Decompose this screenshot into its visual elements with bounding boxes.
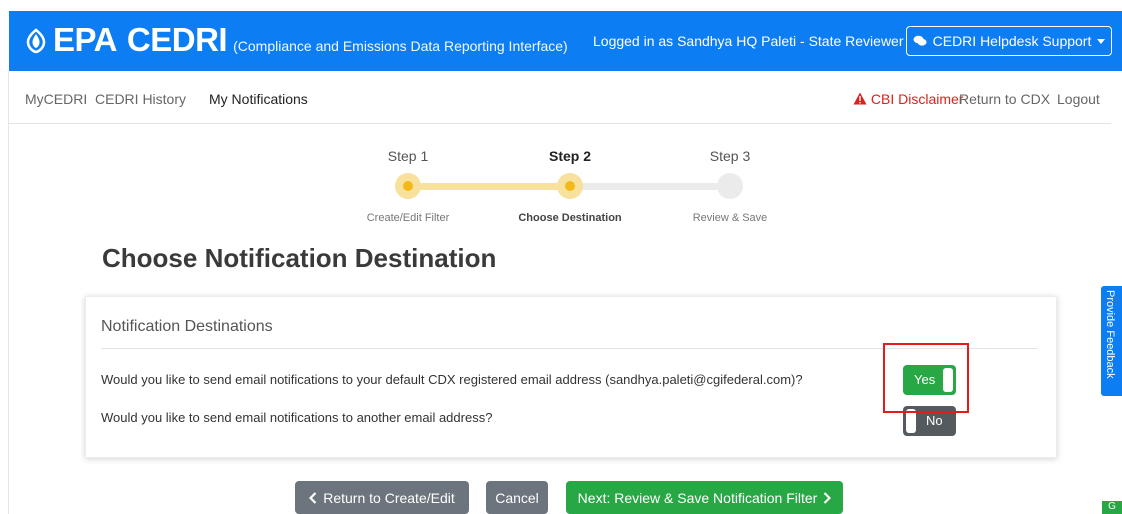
cbi-disclaimer-link[interactable]: CBI Disclaimer bbox=[853, 91, 963, 107]
return-to-cdx-link[interactable]: Return to CDX bbox=[959, 91, 1050, 107]
next-button-label: Next: Review & Save Notification Filter bbox=[577, 489, 818, 506]
stepper-track-remaining bbox=[570, 183, 730, 190]
nav-my-notifications[interactable]: My Notifications bbox=[209, 91, 308, 107]
left-border bbox=[8, 71, 9, 514]
top-nav: MyCEDRI CEDRI History My Notifications C… bbox=[9, 71, 1111, 124]
cancel-button[interactable]: Cancel bbox=[486, 481, 548, 514]
progress-stepper: Step 1 Step 2 Step 3 Create/Edit Filter … bbox=[0, 140, 1122, 230]
next-review-save-button[interactable]: Next: Review & Save Notification Filter bbox=[566, 481, 843, 514]
top-header: EPA CEDRI (Compliance and Emissions Data … bbox=[9, 11, 1122, 71]
helpdesk-label: CEDRI Helpdesk Support bbox=[932, 33, 1092, 49]
side-widget-tab[interactable]: G bbox=[1102, 501, 1122, 514]
cancel-button-label: Cancel bbox=[495, 489, 539, 506]
cedri-brand: CEDRI bbox=[126, 21, 228, 58]
nav-cedri-history[interactable]: CEDRI History bbox=[95, 91, 186, 107]
return-to-create-edit-button[interactable]: Return to Create/Edit bbox=[295, 481, 469, 514]
step-2-label: Step 2 bbox=[548, 148, 592, 164]
step-1-dot bbox=[395, 173, 421, 199]
toggle-no-label: No bbox=[926, 413, 943, 428]
step-3-dot bbox=[717, 173, 743, 199]
epa-cedri-logo[interactable]: EPA CEDRI (Compliance and Emissions Data … bbox=[23, 23, 568, 56]
page-title: Choose Notification Destination bbox=[102, 243, 497, 273]
chevron-left-icon bbox=[309, 491, 317, 504]
warning-icon bbox=[853, 92, 867, 105]
chat-icon bbox=[913, 35, 927, 46]
card-title: Notification Destinations bbox=[101, 318, 273, 335]
step-3-label: Step 3 bbox=[709, 148, 751, 164]
step-3-name: Review & Save bbox=[692, 212, 768, 224]
tagline: (Compliance and Emissions Data Reporting… bbox=[233, 38, 568, 54]
logged-in-status: Logged in as Sandhya HQ Paleti - State R… bbox=[593, 33, 904, 49]
return-button-label: Return to Create/Edit bbox=[323, 489, 455, 506]
helpdesk-dropdown[interactable]: CEDRI Helpdesk Support bbox=[906, 26, 1112, 56]
nav-mycedri[interactable]: MyCEDRI bbox=[25, 91, 87, 107]
epa-seal-icon bbox=[26, 28, 46, 54]
annotation-highlight-box bbox=[883, 343, 969, 413]
epa-brand: EPA bbox=[53, 21, 117, 58]
default-email-question: Would you like to send email notificatio… bbox=[101, 372, 803, 387]
logout-link[interactable]: Logout bbox=[1057, 91, 1100, 107]
step-2-name: Choose Destination bbox=[518, 212, 622, 224]
other-email-question: Would you like to send email notificatio… bbox=[101, 410, 493, 425]
step-1-name: Create/Edit Filter bbox=[366, 212, 450, 224]
caret-down-icon bbox=[1097, 38, 1106, 44]
provide-feedback-tab[interactable]: Provide Feedback bbox=[1101, 286, 1122, 396]
step-1-label: Step 1 bbox=[387, 148, 429, 164]
cbi-disclaimer-label: CBI Disclaimer bbox=[870, 91, 964, 107]
stepper-track-complete bbox=[408, 183, 570, 190]
feedback-label: Provide Feedback bbox=[1104, 290, 1116, 379]
chevron-right-icon bbox=[824, 491, 832, 504]
step-2-dot bbox=[557, 173, 583, 199]
